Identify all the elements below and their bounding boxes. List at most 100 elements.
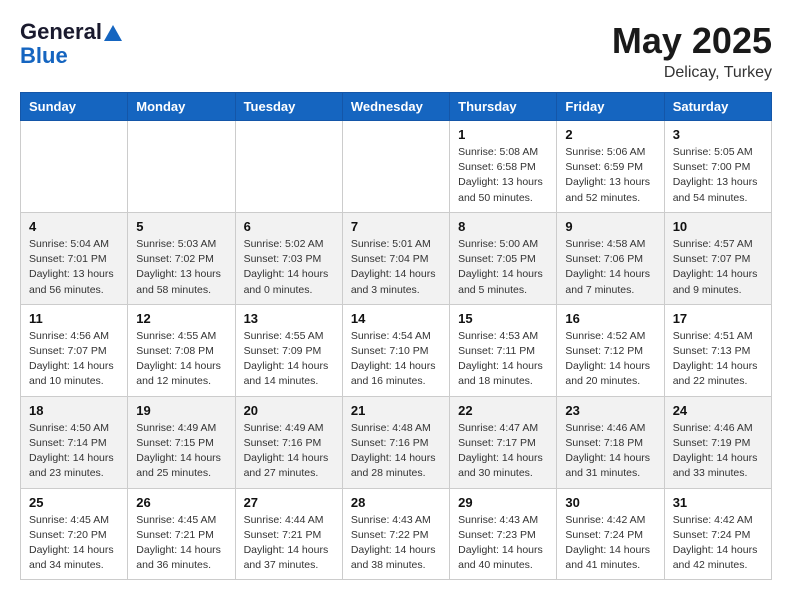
table-row: 25 Sunrise: 4:45 AMSunset: 7:20 PMDayligh… [21, 488, 128, 580]
day-number: 5 [136, 219, 226, 234]
calendar-table: Sunday Monday Tuesday Wednesday Thursday… [20, 92, 772, 580]
table-row: 10Sunrise: 4:57 AMSunset: 7:07 PMDayligh… [664, 212, 771, 304]
table-row [235, 121, 342, 213]
day-number: 14 [351, 311, 441, 326]
day-number: 3 [673, 127, 763, 142]
table-row: 20 Sunrise: 4:49 AMSunset: 7:16 PMDayligh… [235, 396, 342, 488]
table-row: 8 Sunrise: 5:00 AMSunset: 7:05 PMDaylight… [450, 212, 557, 304]
table-row: 4 Sunrise: 5:04 AMSunset: 7:01 PMDaylight… [21, 212, 128, 304]
cell-content: Sunrise: 4:50 AMSunset: 7:14 PMDaylight:… [29, 421, 119, 482]
cell-content: Sunrise: 5:08 AMSunset: 6:58 PMDaylight:… [458, 145, 548, 206]
cell-content: Sunrise: 4:46 AMSunset: 7:19 PMDaylight:… [673, 421, 763, 482]
title-block: May 2025 Delicay, Turkey [612, 20, 772, 82]
header-monday: Monday [128, 93, 235, 121]
calendar-week-row: 4 Sunrise: 5:04 AMSunset: 7:01 PMDaylight… [21, 212, 772, 304]
table-row [128, 121, 235, 213]
day-number: 11 [29, 311, 119, 326]
header-sunday: Sunday [21, 93, 128, 121]
logo: General Blue [20, 20, 124, 68]
cell-content: Sunrise: 4:42 AMSunset: 7:24 PMDaylight:… [673, 513, 763, 574]
table-row: 17 Sunrise: 4:51 AMSunset: 7:13 PMDayligh… [664, 304, 771, 396]
day-number: 18 [29, 403, 119, 418]
calendar-week-row: 1 Sunrise: 5:08 AMSunset: 6:58 PMDaylight… [21, 121, 772, 213]
day-number: 8 [458, 219, 548, 234]
day-number: 21 [351, 403, 441, 418]
cell-content: Sunrise: 4:51 AMSunset: 7:13 PMDaylight:… [673, 329, 763, 390]
day-number: 9 [565, 219, 655, 234]
cell-content: Sunrise: 5:04 AMSunset: 7:01 PMDaylight:… [29, 237, 119, 298]
cell-content: Sunrise: 4:54 AMSunset: 7:10 PMDaylight:… [351, 329, 441, 390]
day-number: 2 [565, 127, 655, 142]
table-row: 31 Sunrise: 4:42 AMSunset: 7:24 PMDayligh… [664, 488, 771, 580]
table-row: 24 Sunrise: 4:46 AMSunset: 7:19 PMDayligh… [664, 396, 771, 488]
day-number: 16 [565, 311, 655, 326]
day-number: 23 [565, 403, 655, 418]
table-row: 26 Sunrise: 4:45 AMSunset: 7:21 PMDayligh… [128, 488, 235, 580]
day-number: 28 [351, 495, 441, 510]
table-row: 11 Sunrise: 4:56 AMSunset: 7:07 PMDayligh… [21, 304, 128, 396]
day-number: 7 [351, 219, 441, 234]
header-friday: Friday [557, 93, 664, 121]
table-row: 30 Sunrise: 4:42 AMSunset: 7:24 PMDayligh… [557, 488, 664, 580]
table-row: 28 Sunrise: 4:43 AMSunset: 7:22 PMDayligh… [342, 488, 449, 580]
table-row: 6 Sunrise: 5:02 AMSunset: 7:03 PMDaylight… [235, 212, 342, 304]
day-number: 15 [458, 311, 548, 326]
table-row: 29 Sunrise: 4:43 AMSunset: 7:23 PMDayligh… [450, 488, 557, 580]
day-number: 29 [458, 495, 548, 510]
table-row: 27Sunrise: 4:44 AMSunset: 7:21 PMDayligh… [235, 488, 342, 580]
cell-content: Sunrise: 4:55 AMSunset: 7:09 PMDaylight:… [244, 329, 334, 390]
calendar-week-row: 25 Sunrise: 4:45 AMSunset: 7:20 PMDayligh… [21, 488, 772, 580]
cell-content: Sunrise: 4:45 AMSunset: 7:21 PMDaylight:… [136, 513, 226, 574]
day-number: 1 [458, 127, 548, 142]
table-row: 18 Sunrise: 4:50 AMSunset: 7:14 PMDayligh… [21, 396, 128, 488]
cell-content: Sunrise: 4:42 AMSunset: 7:24 PMDaylight:… [565, 513, 655, 574]
logo-blue: Blue [20, 44, 124, 68]
day-number: 26 [136, 495, 226, 510]
cell-content: Sunrise: 4:49 AMSunset: 7:16 PMDaylight:… [244, 421, 334, 482]
cell-content: Sunrise: 4:48 AMSunset: 7:16 PMDaylight:… [351, 421, 441, 482]
cell-content: Sunrise: 4:46 AMSunset: 7:18 PMDaylight:… [565, 421, 655, 482]
day-number: 6 [244, 219, 334, 234]
day-number: 25 [29, 495, 119, 510]
header-thursday: Thursday [450, 93, 557, 121]
table-row: 16 Sunrise: 4:52 AMSunset: 7:12 PMDayligh… [557, 304, 664, 396]
calendar-week-row: 11 Sunrise: 4:56 AMSunset: 7:07 PMDayligh… [21, 304, 772, 396]
table-row: 21 Sunrise: 4:48 AMSunset: 7:16 PMDayligh… [342, 396, 449, 488]
cell-content: Sunrise: 5:01 AMSunset: 7:04 PMDaylight:… [351, 237, 441, 298]
cell-content: Sunrise: 5:00 AMSunset: 7:05 PMDaylight:… [458, 237, 548, 298]
table-row: 5Sunrise: 5:03 AMSunset: 7:02 PMDaylight… [128, 212, 235, 304]
day-number: 31 [673, 495, 763, 510]
day-number: 20 [244, 403, 334, 418]
table-row: 22Sunrise: 4:47 AMSunset: 7:17 PMDayligh… [450, 396, 557, 488]
table-row: 1 Sunrise: 5:08 AMSunset: 6:58 PMDaylight… [450, 121, 557, 213]
table-row [342, 121, 449, 213]
day-number: 4 [29, 219, 119, 234]
table-row: 2 Sunrise: 5:06 AMSunset: 6:59 PMDaylight… [557, 121, 664, 213]
cell-content: Sunrise: 4:52 AMSunset: 7:12 PMDaylight:… [565, 329, 655, 390]
page-header: General Blue May 2025 Delicay, Turkey [20, 20, 772, 82]
cell-content: Sunrise: 4:53 AMSunset: 7:11 PMDaylight:… [458, 329, 548, 390]
day-number: 17 [673, 311, 763, 326]
table-row: 15 Sunrise: 4:53 AMSunset: 7:11 PMDayligh… [450, 304, 557, 396]
cell-content: Sunrise: 4:56 AMSunset: 7:07 PMDaylight:… [29, 329, 119, 390]
cell-content: Sunrise: 4:43 AMSunset: 7:22 PMDaylight:… [351, 513, 441, 574]
location-subtitle: Delicay, Turkey [612, 64, 772, 82]
header-saturday: Saturday [664, 93, 771, 121]
cell-content: Sunrise: 4:45 AMSunset: 7:20 PMDaylight:… [29, 513, 119, 574]
cell-content: Sunrise: 4:57 AMSunset: 7:07 PMDaylight:… [673, 237, 763, 298]
cell-content: Sunrise: 4:43 AMSunset: 7:23 PMDaylight:… [458, 513, 548, 574]
calendar-week-row: 18 Sunrise: 4:50 AMSunset: 7:14 PMDayligh… [21, 396, 772, 488]
logo-icon [104, 25, 122, 41]
table-row: 12Sunrise: 4:55 AMSunset: 7:08 PMDayligh… [128, 304, 235, 396]
day-number: 24 [673, 403, 763, 418]
calendar-header-row: Sunday Monday Tuesday Wednesday Thursday… [21, 93, 772, 121]
table-row [21, 121, 128, 213]
table-row: 19Sunrise: 4:49 AMSunset: 7:15 PMDayligh… [128, 396, 235, 488]
day-number: 30 [565, 495, 655, 510]
month-title: May 2025 [612, 20, 772, 62]
cell-content: Sunrise: 5:05 AMSunset: 7:00 PMDaylight:… [673, 145, 763, 206]
cell-content: Sunrise: 5:02 AMSunset: 7:03 PMDaylight:… [244, 237, 334, 298]
cell-content: Sunrise: 4:49 AMSunset: 7:15 PMDaylight:… [136, 421, 226, 482]
table-row: 3 Sunrise: 5:05 AMSunset: 7:00 PMDaylight… [664, 121, 771, 213]
cell-content: Sunrise: 5:06 AMSunset: 6:59 PMDaylight:… [565, 145, 655, 206]
